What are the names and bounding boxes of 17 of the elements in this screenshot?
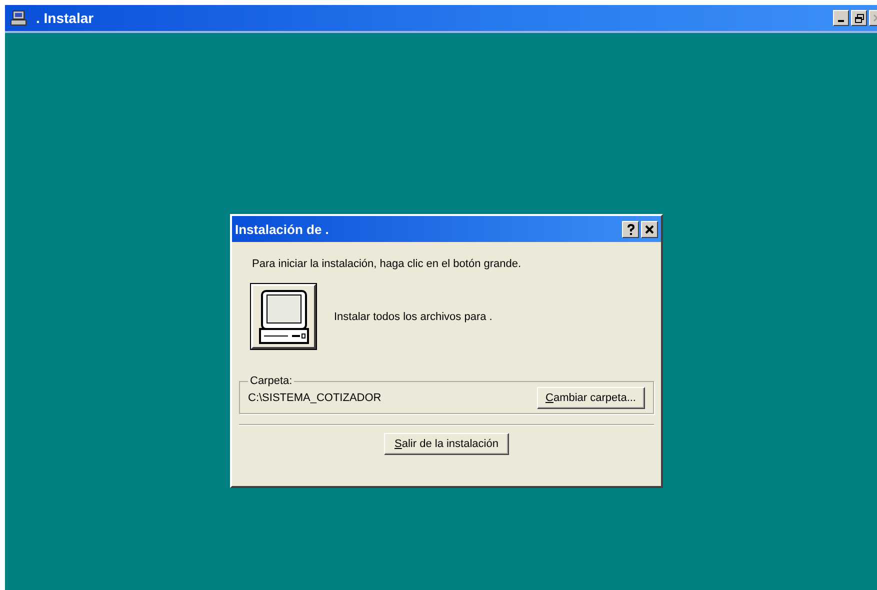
help-icon: [626, 224, 634, 234]
folder-legend: Carpeta:: [248, 375, 294, 387]
minimize-button[interactable]: [833, 10, 849, 26]
computer-icon: [258, 288, 310, 344]
exit-button[interactable]: Salir de la instalación: [384, 433, 510, 455]
close-button[interactable]: [641, 220, 658, 238]
install-button[interactable]: [251, 284, 316, 349]
restore-button[interactable]: [851, 10, 867, 26]
instruction-text: Para iniciar la instalación, haga clic en el botón grande.: [252, 258, 522, 270]
help-button[interactable]: [622, 220, 639, 238]
change-folder-button[interactable]: Cambiar carpeta...: [536, 387, 645, 409]
dialog-title: Instalación de .: [235, 222, 330, 236]
folder-path: C:\SISTEMA_COTIZADOR: [248, 392, 382, 404]
computer-icon: [10, 10, 28, 26]
restore-icon: [854, 14, 864, 22]
window-title: . Instalar: [36, 10, 95, 26]
install-label: Instalar todos los archivos para .: [334, 310, 492, 322]
